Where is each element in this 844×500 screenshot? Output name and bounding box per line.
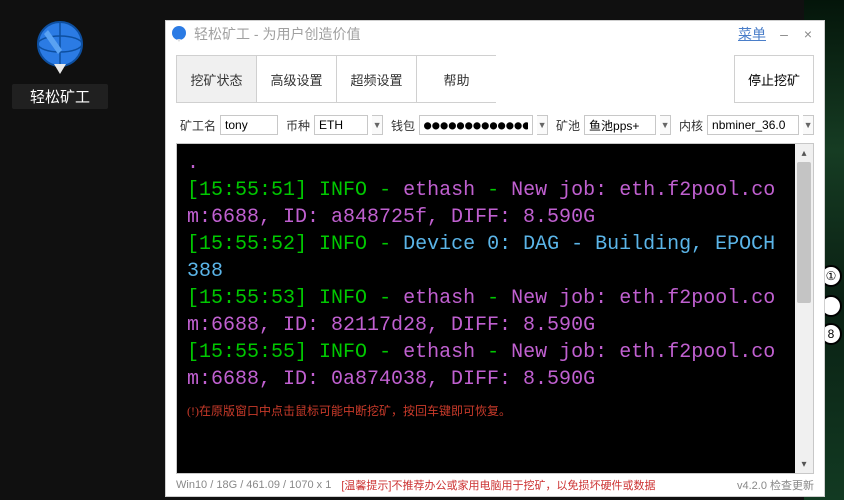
core-label: 内核 — [679, 117, 703, 134]
toolbar: 挖矿状态 高级设置 超频设置 帮助 停止挖矿 — [166, 47, 824, 111]
tab-advanced[interactable]: 高级设置 — [256, 55, 336, 103]
pool-select[interactable] — [584, 115, 656, 135]
coin-select[interactable] — [314, 115, 368, 135]
terminal-container: .[15:55:51] INFO - ethash - New job: eth… — [176, 143, 814, 474]
core-dropdown-icon[interactable]: ▼ — [803, 115, 814, 135]
titlebar-app-icon — [170, 25, 188, 43]
minimize-button[interactable]: – — [772, 26, 796, 42]
wallet-label: 钱包 — [391, 117, 415, 134]
tab-help[interactable]: 帮助 — [416, 55, 496, 103]
scroll-up-icon[interactable]: ▴ — [795, 144, 813, 162]
coin-dropdown-icon[interactable]: ▼ — [372, 115, 383, 135]
pool-label: 矿池 — [556, 117, 580, 134]
app-window: 轻松矿工 - 为用户创造价值 菜单 – × 挖矿状态 高级设置 超频设置 帮助 … — [165, 20, 825, 497]
tab-mining-status[interactable]: 挖矿状态 — [176, 55, 256, 103]
desktop-shortcut-label: 轻松矿工 — [12, 84, 108, 109]
system-info: Win10 / 18G / 461.09 / 1070 x 1 — [176, 479, 331, 491]
core-select[interactable] — [707, 115, 799, 135]
miner-label: 矿工名 — [180, 117, 216, 134]
status-tip: [温馨提示]不推荐办公或家用电脑用于挖矿，以免损坏硬件或数据 — [341, 477, 655, 493]
tab-overclock[interactable]: 超频设置 — [336, 55, 416, 103]
version-check[interactable]: v4.2.0 检查更新 — [737, 477, 814, 493]
terminal-output[interactable]: .[15:55:51] INFO - ethash - New job: eth… — [177, 144, 795, 473]
config-row: 矿工名 币种 ▼ 钱包 ▼ 矿池 ▼ 内核 ▼ — [166, 111, 824, 143]
statusbar: Win10 / 18G / 461.09 / 1070 x 1 [温馨提示]不推… — [166, 474, 824, 496]
scroll-thumb[interactable] — [797, 162, 811, 303]
scrollbar[interactable]: ▴ ▾ — [795, 144, 813, 473]
scroll-down-icon[interactable]: ▾ — [795, 455, 813, 473]
app-icon — [32, 20, 88, 76]
titlebar[interactable]: 轻松矿工 - 为用户创造价值 菜单 – × — [166, 21, 824, 47]
wallet-dropdown-icon[interactable]: ▼ — [537, 115, 548, 135]
window-title: 轻松矿工 - 为用户创造价值 — [194, 24, 360, 44]
scroll-track[interactable] — [795, 162, 813, 455]
close-button[interactable]: × — [796, 26, 820, 42]
miner-name-input[interactable] — [220, 115, 278, 135]
menu-button[interactable]: 菜单 — [732, 24, 772, 44]
stop-mining-button[interactable]: 停止挖矿 — [734, 55, 814, 103]
coin-label: 币种 — [286, 117, 310, 134]
wallet-input[interactable] — [419, 115, 533, 135]
pool-dropdown-icon[interactable]: ▼ — [660, 115, 671, 135]
desktop-shortcut[interactable]: 轻松矿工 — [12, 20, 108, 109]
